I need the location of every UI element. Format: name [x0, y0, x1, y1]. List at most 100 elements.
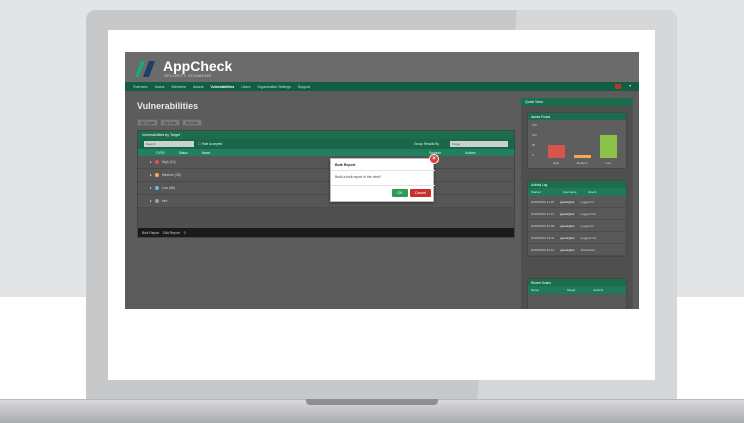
table-row[interactable]: ▸ Low (86) [138, 182, 514, 195]
log-event: Logged Out [580, 211, 597, 216]
quick-view-sidebar: Quick View Issues Found 150 100 50 0 Hig… [521, 98, 633, 309]
nav-item-overview[interactable]: Overview [133, 85, 148, 89]
y-tick: 150 [532, 123, 537, 127]
view-toolbar: By Target By Scan By Date [137, 119, 202, 126]
expand-icon[interactable]: ▸ [150, 160, 152, 164]
activity-log-header: Started Username Event [528, 188, 626, 196]
hide-accepted-label: Hide Accepted [201, 142, 223, 146]
quick-view-title: Quick View [521, 98, 633, 106]
log-user: guest@ac [560, 199, 575, 204]
log-row: 20/05/2019 11:26 guest@ac Logged In [528, 196, 626, 208]
by-scan-button[interactable]: By Scan [160, 119, 181, 126]
table-row[interactable]: ▸ Info [138, 195, 514, 208]
dialog-divider [331, 185, 435, 186]
dialog-message: Build a bulk report of the view? [335, 175, 382, 179]
cancel-button[interactable]: Cancel [410, 189, 431, 197]
expand-icon[interactable]: ▸ [150, 173, 152, 177]
column-cvss[interactable]: CVSS [156, 151, 165, 155]
log-user: guest@ac [560, 211, 575, 216]
nav-item-scans[interactable]: Scans [155, 85, 165, 89]
table-row[interactable]: ▸ Medium (35) [138, 169, 514, 182]
recent-scans-header: Name Target Actions [528, 286, 626, 294]
table-header: CVSS Status Name Scanner Actions [138, 149, 514, 156]
page-title: Vulnerabilities [137, 101, 199, 111]
log-row: 20/05/2019 10:58 guest@ac Logged In [528, 220, 626, 232]
expand-icon[interactable]: ▸ [150, 199, 152, 203]
hide-accepted-checkbox[interactable]: ☐ Hide Accepted [198, 141, 222, 147]
log-event: Scheduled [580, 247, 595, 252]
y-tick: 0 [532, 153, 534, 157]
activity-log-box: Activity Log Started Username Event 20/0… [527, 180, 627, 257]
bulk-report-button[interactable]: Bulk Report [142, 231, 159, 235]
chart-bar-medium [574, 155, 591, 158]
issues-chart-box: Issues Found 150 100 50 0 High Medium Lo… [527, 112, 627, 169]
ok-button[interactable]: OK [392, 189, 408, 197]
table-row[interactable]: ▸ High (12) [138, 156, 514, 169]
expand-icon[interactable]: ▸ [150, 186, 152, 190]
app-screen: AppCheck SECURITY SCANNING Overview Scan… [125, 52, 639, 309]
column-name[interactable]: Name [202, 151, 211, 155]
log-event: Logged In [580, 199, 594, 204]
log-time: 20/05/2019 11:21 [531, 211, 555, 216]
log-column-started: Started [531, 190, 541, 194]
logo-text: AppCheck [163, 58, 233, 74]
language-flag-icon[interactable] [615, 84, 621, 89]
log-column-username: Username [562, 190, 577, 194]
recent-column-name: Name [531, 288, 540, 292]
log-event: Logged Out [580, 235, 597, 240]
recent-scans-box: Recent Scans Name Target Actions [527, 278, 627, 309]
chart-bar-low [600, 135, 617, 158]
dialog-divider [331, 170, 435, 171]
edit-report-button[interactable]: Edit Report [163, 231, 180, 235]
bar-label: Medium [576, 161, 588, 165]
chart-title: Issues Found [528, 113, 626, 120]
nav-item-organisation-settings[interactable]: Organisation Settings [257, 85, 290, 89]
nav-item-users[interactable]: Users [241, 85, 250, 89]
bar-label: High [552, 161, 560, 165]
panel-title: Vulnerabilities by Target [138, 131, 514, 139]
log-row: 20/05/2019 10:12 guest@ac Scheduled [528, 244, 626, 256]
severity-dot [154, 160, 159, 164]
bar-label: Low [605, 161, 611, 165]
by-date-button[interactable]: By Date [182, 119, 202, 126]
column-status[interactable]: Status [179, 151, 188, 155]
user-menu-icon[interactable]: ▾ [629, 84, 631, 88]
panel-footer: Bulk Report Edit Report 0 [138, 228, 514, 237]
vulnerabilities-panel: Vulnerabilities by Target Search ☐ Hide … [137, 130, 515, 238]
chart-bar-high [548, 145, 565, 158]
log-event: Logged In [580, 223, 594, 228]
row-label: Medium (35) [161, 173, 181, 177]
search-input[interactable]: Search [144, 141, 194, 147]
row-label: High (12) [161, 160, 176, 164]
activity-log-title: Activity Log [528, 181, 626, 188]
dialog-title: Bulk Report [335, 163, 356, 167]
log-time: 20/05/2019 10:58 [531, 223, 555, 228]
severity-dot [154, 186, 159, 190]
group-by-label: Group Results By [414, 142, 439, 146]
log-row: 20/05/2019 11:21 guest@ac Logged Out [528, 208, 626, 220]
recent-scans-title: Recent Scans [528, 279, 626, 286]
nav-item-support[interactable]: Support [298, 85, 310, 89]
log-user: guest@ac [560, 223, 575, 228]
column-actions[interactable]: Actions [465, 151, 475, 155]
close-icon[interactable]: × [429, 154, 439, 164]
group-by-select[interactable]: Target [450, 141, 508, 147]
nav-item-schedule[interactable]: Schedule [171, 85, 186, 89]
nav-item-vulnerabilities[interactable]: Vulnerabilities [210, 85, 234, 89]
row-label: Info [161, 199, 168, 203]
log-time: 20/05/2019 10:12 [531, 247, 555, 252]
recent-column-target: Target [567, 288, 576, 292]
log-time: 20/05/2019 11:26 [531, 199, 555, 204]
selected-count: 0 [183, 230, 186, 235]
bulk-report-dialog: Bulk Report Build a bulk report of the v… [330, 158, 435, 202]
recent-column-actions: Actions [593, 288, 604, 292]
by-target-button[interactable]: By Target [137, 119, 159, 126]
y-tick: 50 [532, 143, 536, 147]
laptop-notch [306, 399, 438, 405]
logo-subtitle: SECURITY SCANNING [164, 73, 212, 78]
nav-item-assets[interactable]: Assets [193, 85, 204, 89]
severity-dot [154, 199, 159, 203]
y-tick: 100 [532, 133, 537, 137]
log-user: guest@ac [560, 235, 575, 240]
log-user: guest@ac [560, 247, 575, 252]
